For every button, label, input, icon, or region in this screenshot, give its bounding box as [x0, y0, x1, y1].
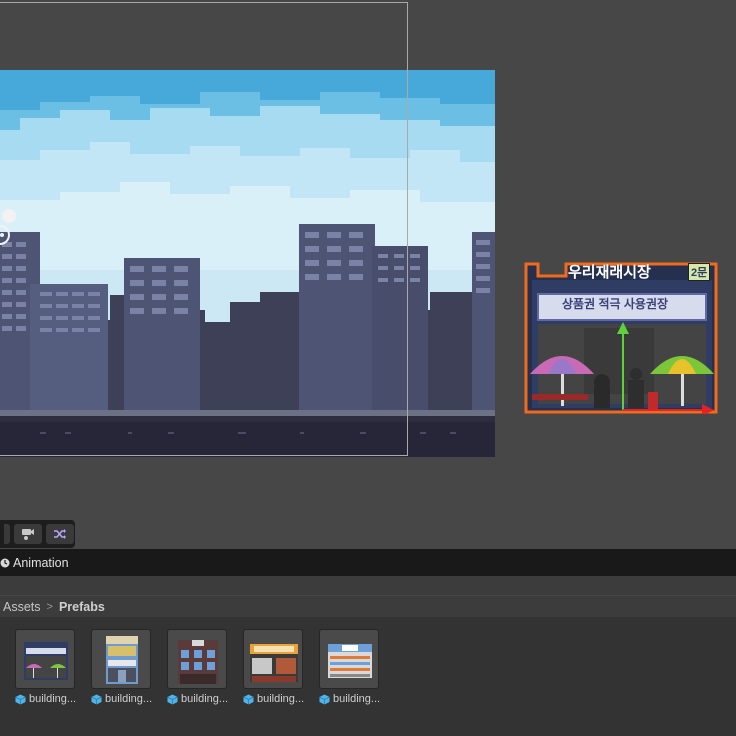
asset-item[interactable]: building... [167, 629, 233, 705]
camera-button[interactable] [14, 524, 42, 544]
camera-icon [22, 529, 34, 540]
prefab-cube-icon [319, 694, 330, 704]
asset-label: building... [29, 693, 77, 705]
sprite-sign-badge: 2문 [688, 263, 711, 281]
asset-thumbnail [319, 629, 379, 689]
scene-overlay-toolbar [0, 520, 75, 548]
shuffle-icon [54, 529, 66, 539]
asset-label: building... [181, 693, 229, 705]
pivot-handle[interactable] [2, 209, 16, 223]
animation-clock-icon [0, 558, 10, 567]
rotate-handle-icon[interactable] [0, 224, 10, 246]
animation-tab-label: Animation [13, 555, 69, 570]
asset-thumbnail [91, 629, 151, 689]
sprite-banner-text: 상품권 적극 사용권장 [562, 297, 669, 311]
asset-item[interactable]: building... [319, 629, 385, 705]
prefab-cube-icon [91, 694, 102, 704]
toolbar-partial-button[interactable] [4, 524, 10, 544]
prefab-cube-icon [167, 694, 178, 704]
asset-grid: building... building... building... buil… [0, 617, 736, 736]
city-background [0, 70, 495, 457]
animation-tab[interactable]: Animation [0, 549, 736, 576]
asset-label: building... [105, 693, 153, 705]
asset-item[interactable]: building... [91, 629, 157, 705]
animation-panel-strip [0, 576, 736, 595]
asset-thumbnail [167, 629, 227, 689]
shuffle-button[interactable] [46, 524, 74, 544]
breadcrumb-assets[interactable]: Assets [0, 600, 41, 614]
asset-item[interactable]: building... [15, 629, 81, 705]
prefab-cube-icon [15, 694, 26, 704]
chevron-right-icon: > [46, 600, 53, 613]
asset-label: building... [333, 693, 381, 705]
breadcrumb-prefabs[interactable]: Prefabs [59, 600, 105, 614]
prefab-cube-icon [243, 694, 254, 704]
breadcrumb: Assets > Prefabs [0, 596, 736, 617]
asset-label: building... [257, 693, 305, 705]
asset-thumbnail [243, 629, 303, 689]
scene-view[interactable]: 우리재래시장 2문 상품권 적극 사용권장 [0, 0, 736, 548]
asset-thumbnail [15, 629, 75, 689]
sprite-sign-text: 우리재래시장 [568, 264, 651, 281]
selected-sprite-market[interactable]: 우리재래시장 2문 상품권 적극 사용권장 [524, 258, 720, 416]
game-view-frame [0, 70, 495, 457]
asset-item[interactable]: building... [243, 629, 309, 705]
